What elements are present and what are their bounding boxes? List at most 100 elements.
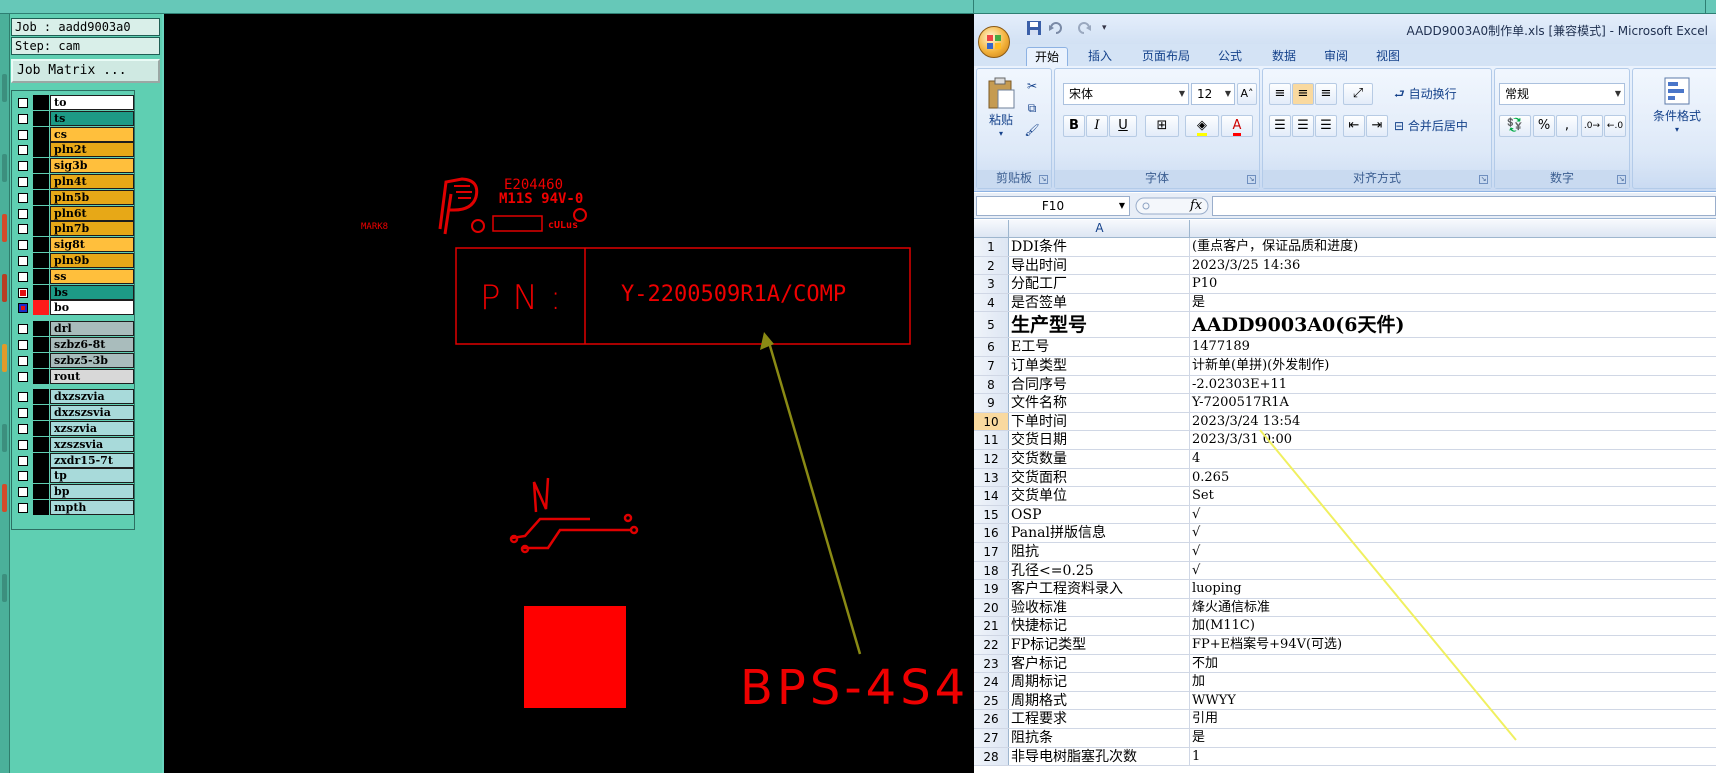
cell-a[interactable]: 周期格式 [1010,691,1190,710]
row-header[interactable]: 24 [974,673,1009,691]
layer-name[interactable]: rout [50,368,134,384]
row-header[interactable]: 4 [974,293,1009,312]
layer-color-swatch[interactable] [33,421,49,436]
layer-name[interactable]: bs [50,284,134,300]
comma-style-icon[interactable]: , [1556,115,1578,137]
layer-name[interactable]: szbz5-3b [50,352,134,368]
cell-a[interactable]: 下单时间 [1010,412,1190,431]
save-icon[interactable] [1026,20,1042,36]
select-all-corner[interactable] [974,220,1009,238]
fx-icon[interactable]: fx [1190,196,1202,216]
layer-row[interactable]: xzszsvia [14,436,143,452]
layer-color-swatch[interactable] [33,405,49,421]
layer-checkbox[interactable] [18,371,28,382]
tab-data[interactable]: 数据 [1264,47,1304,66]
layer-name[interactable]: ss [50,268,134,284]
layer-row[interactable]: rout [14,368,143,384]
align-bottom-icon[interactable]: ≡ [1315,83,1337,105]
cell-a[interactable]: 交货数量 [1010,450,1190,468]
cell-a[interactable]: OSP [1010,505,1190,524]
layer-checkbox[interactable] [18,113,28,124]
cell-a[interactable]: 交货面积 [1010,468,1190,487]
tab-formulas[interactable]: 公式 [1210,47,1250,66]
cell-a[interactable]: 工程要求 [1010,710,1190,728]
tab-home[interactable]: 开始 [1026,47,1068,66]
align-top-icon[interactable]: ≡ [1269,83,1291,105]
fill-color-icon[interactable]: ◈ [1185,115,1219,137]
cell-b[interactable]: 烽火通信标准 [1191,599,1716,617]
layer-color-swatch[interactable] [33,142,49,158]
layer-row[interactable]: ss [14,268,143,284]
layer-name[interactable]: ts [50,110,134,126]
row-header[interactable]: 18 [974,561,1009,580]
layer-name[interactable]: sig8t [50,237,134,253]
layer-name[interactable]: sig3b [50,158,134,174]
layer-row[interactable]: pln9b [14,253,143,268]
layer-color-swatch[interactable] [33,221,49,237]
cell-b[interactable]: WWYY [1191,692,1716,710]
row-header[interactable]: 26 [974,710,1009,728]
layer-row[interactable]: ts [14,110,143,126]
layer-row[interactable]: cs [14,126,143,142]
layer-checkbox[interactable] [18,503,28,513]
row-header[interactable]: 1 [974,238,1009,256]
layer-color-swatch[interactable] [33,484,49,500]
clipboard-launcher-icon[interactable]: ↘ [1039,175,1048,184]
layer-checkbox[interactable] [18,303,28,314]
font-launcher-icon[interactable]: ↘ [1247,175,1256,184]
row-header[interactable]: 22 [974,636,1009,654]
layer-checkbox[interactable] [18,408,28,419]
font-color-icon[interactable]: A [1221,115,1253,137]
layer-checkbox[interactable] [18,208,28,219]
cell-b[interactable]: 引用 [1191,710,1716,728]
undo-icon[interactable] [1048,20,1064,36]
row-header[interactable]: 14 [974,487,1009,505]
layer-color-swatch[interactable] [33,110,49,126]
formula-input[interactable] [1212,196,1716,216]
cell-b[interactable]: 4 [1191,450,1716,468]
merge-center-button[interactable]: ⊟ 合并后居中 [1391,115,1491,137]
layer-name[interactable]: dxzszvia [50,389,134,405]
layer-color-swatch[interactable] [33,253,49,268]
layer-name[interactable]: pln2t [50,142,134,158]
layer-checkbox[interactable] [18,340,28,350]
cell-b[interactable]: √ [1191,524,1716,542]
cell-a[interactable]: E工号 [1010,338,1190,356]
conditional-format-button[interactable]: 条件格式 ▾ [1635,75,1716,141]
layer-name[interactable]: xzszvia [50,421,134,436]
increase-decimal-icon[interactable]: .0→ [1581,115,1603,137]
cell-b[interactable]: FP+E档案号+94V(可选) [1191,636,1716,654]
layer-row[interactable]: szbz6-8t [14,337,143,352]
cell-b[interactable]: 加 [1191,673,1716,691]
row-header[interactable]: 21 [974,617,1009,635]
cell-a[interactable]: 周期标记 [1010,673,1190,691]
layer-color-swatch[interactable] [33,452,49,468]
layer-checkbox[interactable] [18,392,28,403]
layer-checkbox[interactable] [18,355,28,366]
paste-button[interactable]: 粘贴 ▾ [983,75,1019,145]
layer-checkbox[interactable] [18,129,28,140]
layer-color-swatch[interactable] [33,174,49,189]
row-header[interactable]: 5 [974,312,1009,338]
layer-checkbox[interactable] [18,287,28,298]
layer-color-swatch[interactable] [33,126,49,142]
row-header[interactable]: 27 [974,729,1009,747]
layer-color-swatch[interactable] [33,337,49,352]
layer-name[interactable]: bo [50,300,134,316]
row-header[interactable]: 13 [974,468,1009,487]
cell-b[interactable]: 2023/3/31 0:00 [1191,431,1716,449]
cell-b[interactable]: 是 [1191,729,1716,747]
cell-b[interactable]: AADD9003A0(6天件) [1191,312,1716,337]
align-right-icon[interactable]: ☰ [1315,115,1337,137]
column-header-a[interactable]: A [1010,220,1190,238]
layer-checkbox[interactable] [18,224,28,235]
cell-b[interactable]: √ [1191,562,1716,580]
cell-a[interactable]: 孔径<=0.25 [1010,561,1190,580]
layer-row[interactable]: mpth [14,500,143,515]
layer-checkbox[interactable] [18,192,28,203]
layer-checkbox[interactable] [18,240,28,251]
layer-name[interactable]: drl [50,321,134,337]
layer-row[interactable]: dxzszsvia [14,405,143,421]
row-header[interactable]: 12 [974,450,1009,468]
percent-style-icon[interactable]: % [1533,115,1555,137]
